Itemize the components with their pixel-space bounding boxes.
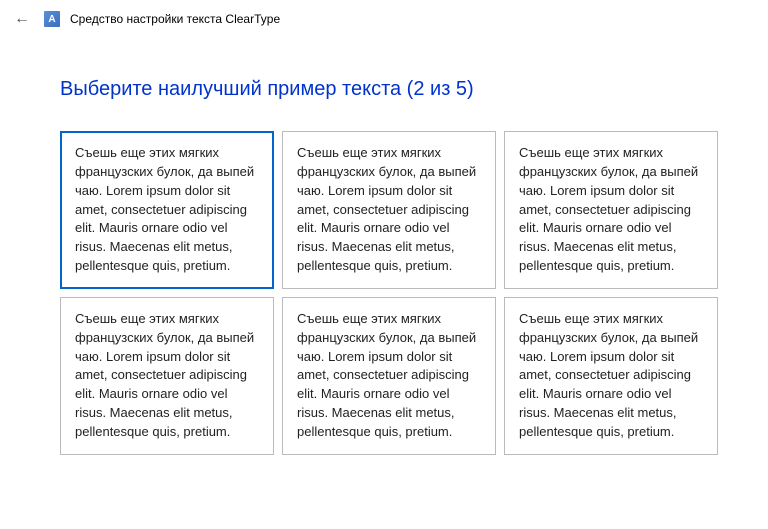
text-sample-5[interactable]: Съешь еще этих мягких французских булок,… xyxy=(282,297,496,455)
text-sample-4[interactable]: Съешь еще этих мягких французских булок,… xyxy=(60,297,274,455)
text-sample-3[interactable]: Съешь еще этих мягких французских булок,… xyxy=(504,131,718,289)
back-button[interactable]: ← xyxy=(10,8,34,30)
sample-grid: Съешь еще этих мягких французских булок,… xyxy=(60,131,718,455)
app-icon: A xyxy=(44,11,60,27)
page-heading: Выберите наилучший пример текста (2 из 5… xyxy=(60,78,718,101)
text-sample-1[interactable]: Съешь еще этих мягких французских булок,… xyxy=(60,131,274,289)
titlebar: ← A Средство настройки текста ClearType xyxy=(0,0,768,38)
text-sample-6[interactable]: Съешь еще этих мягких французских булок,… xyxy=(504,297,718,455)
content-area: Выберите наилучший пример текста (2 из 5… xyxy=(0,38,768,455)
text-sample-2[interactable]: Съешь еще этих мягких французских булок,… xyxy=(282,131,496,289)
window-title: Средство настройки текста ClearType xyxy=(70,12,280,26)
